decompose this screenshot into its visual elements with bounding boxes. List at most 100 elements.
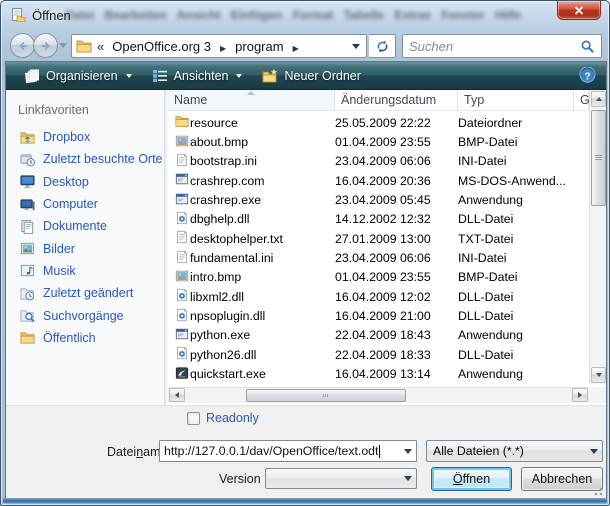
refresh-button[interactable] (369, 34, 396, 58)
file-name: npsoplugin.dll (190, 309, 335, 323)
title-bar[interactable]: Öffnen Datei Bearbeiten Ansicht Einfügen… (1, 1, 609, 30)
filename-dropdown-button[interactable] (399, 441, 416, 461)
breadcrumb-segment[interactable]: program (233, 39, 285, 54)
vertical-scrollbar[interactable] (589, 90, 606, 384)
table-row[interactable]: libxml2.dll16.04.2009 12:02DLL-Datei (168, 287, 589, 306)
table-row[interactable]: desktophelper.txt27.01.2009 13:00TXT-Dat… (168, 229, 589, 248)
resize-grip[interactable] (591, 484, 603, 496)
table-row[interactable]: crashrep.exe23.04.2009 05:45Anwendung (168, 190, 589, 209)
sidebar-item-recently-changed[interactable]: Zuletzt geändert (6, 282, 164, 304)
file-icon-cell (168, 230, 190, 247)
table-row[interactable]: python.exe22.04.2009 18:43Anwendung (168, 326, 589, 345)
toolbar-items: Organisieren Ansichten Neuer Ordner (16, 65, 369, 87)
toolbar-new-folder-button[interactable]: Neuer Ordner (254, 65, 368, 87)
sidebar-item-label: Suchvorgänge (43, 309, 124, 323)
filetype-select[interactable]: Alle Dateien (*.*) (426, 440, 603, 462)
sidebar-item-searches[interactable]: Suchvorgänge (6, 304, 164, 326)
toolbar-views-button[interactable]: Ansichten (144, 65, 251, 87)
horizontal-scroll-thumb[interactable] (246, 389, 406, 402)
version-select[interactable] (265, 468, 417, 489)
public-folder-icon (20, 330, 35, 345)
table-row[interactable]: python26.dll22.04.2009 18:33DLL-Datei (168, 345, 589, 364)
table-row[interactable]: about.bmp01.04.2009 23:55BMP-Datei (168, 132, 589, 151)
table-row[interactable]: intro.bmp01.04.2009 23:55BMP-Datei (168, 268, 589, 287)
scroll-left-button[interactable] (169, 388, 185, 402)
caret-down-icon (590, 449, 598, 454)
scrollbar-corner (589, 387, 606, 403)
sidebar-item-recent-places[interactable]: Zuletzt besuchte Orte (6, 148, 164, 170)
recent-pages-chevron-icon[interactable] (59, 43, 67, 48)
file-name: python.exe (190, 328, 335, 342)
scroll-down-button[interactable] (591, 367, 606, 383)
help-button[interactable]: ? (579, 67, 596, 84)
breadcrumb-segment[interactable]: OpenOffice.org 3 (110, 39, 213, 54)
sidebar-item-computer[interactable]: Computer (6, 193, 164, 215)
toolbar-label: Ansichten (174, 69, 229, 83)
filename-value: http://127.0.0.1/dav/OpenOffice/text.odt (164, 444, 378, 458)
table-row[interactable]: bootstrap.ini23.04.2009 06:06INI-Datei (168, 152, 589, 171)
filetype-value: Alle Dateien (*.*) (433, 444, 524, 458)
file-type: Anwendung (458, 193, 574, 207)
breadcrumb: OpenOffice.org 3▶program▶ (110, 39, 306, 54)
breadcrumb-overflow[interactable]: « (97, 39, 104, 54)
column-header-name[interactable]: Name (168, 90, 335, 110)
file-name: intro.bmp (190, 270, 335, 284)
column-header-type[interactable]: Typ (458, 90, 574, 110)
table-row[interactable]: dbghelp.dll14.12.2002 12:32DLL-Datei (168, 210, 589, 229)
table-row[interactable]: fundamental.ini23.04.2009 06:06INI-Datei (168, 248, 589, 267)
filetype-dropdown-button[interactable] (585, 441, 602, 461)
file-type: DLL-Datei (458, 348, 574, 362)
table-row[interactable]: quickstart.exe16.04.2009 13:14Anwendung (168, 364, 589, 383)
table-row[interactable]: resource25.05.2009 22:22Dateiordner (168, 113, 589, 132)
image-icon (175, 134, 189, 151)
back-button[interactable] (10, 33, 35, 58)
open-label-key: Ö (453, 472, 463, 486)
version-dropdown-button[interactable] (399, 469, 416, 488)
filename-input[interactable]: http://127.0.0.1/dav/OpenOffice/text.odt (159, 440, 417, 462)
vertical-scroll-thumb[interactable] (591, 110, 606, 206)
forward-arrow-icon (39, 39, 53, 53)
file-name: resource (190, 116, 335, 130)
breadcrumb-arrow-icon[interactable]: ▶ (213, 44, 233, 53)
readonly-checkbox[interactable] (187, 412, 200, 425)
column-label: Änderungsdatum (341, 93, 436, 107)
arrow-left-icon (175, 392, 179, 398)
file-type: Anwendung (458, 328, 574, 342)
column-label: Typ (464, 93, 484, 107)
close-button[interactable] (557, 1, 601, 20)
sidebar-item-documents[interactable]: Dokumente (6, 215, 164, 237)
table-row[interactable]: npsoplugin.dll16.04.2009 21:00DLL-Datei (168, 306, 589, 325)
scroll-right-button[interactable] (572, 388, 588, 402)
readonly-label[interactable]: Readonly (206, 411, 259, 425)
file-name: quickstart.exe (190, 367, 335, 381)
sidebar-item-dropbox[interactable]: Dropbox (6, 126, 164, 148)
address-dropdown-button[interactable] (346, 44, 366, 49)
file-date: 27.01.2009 13:00 (335, 232, 458, 246)
address-bar[interactable]: « OpenOffice.org 3▶program▶ (71, 34, 367, 58)
column-header-date[interactable]: Änderungsdatum (335, 90, 458, 110)
sidebar-item-label: Dokumente (43, 219, 107, 233)
file-name: crashrep.com (190, 174, 335, 188)
sidebar-item-music[interactable]: Musik (6, 260, 164, 282)
open-button[interactable]: Öffnen (431, 467, 512, 491)
column-header-size[interactable]: G (574, 90, 589, 110)
horizontal-scrollbar[interactable] (168, 387, 589, 403)
computer-icon (20, 197, 35, 212)
toolbar-organize-button[interactable]: Organisieren (16, 65, 140, 87)
search-input[interactable]: Suchen (402, 34, 602, 58)
caret-down-icon (352, 44, 360, 49)
file-type: DLL-Datei (458, 212, 574, 226)
scroll-up-button[interactable] (591, 91, 606, 107)
sidebar-item-pictures[interactable]: Bilder (6, 237, 164, 259)
dll-icon (175, 308, 189, 325)
sidebar-item-public-folder[interactable]: Öffentlich (6, 327, 164, 349)
new-folder-icon (262, 68, 278, 84)
file-date: 25.05.2009 22:22 (335, 116, 458, 130)
forward-button[interactable] (33, 33, 58, 58)
table-row[interactable]: crashrep.com16.04.2009 20:36MS-DOS-Anwen… (168, 171, 589, 190)
breadcrumb-arrow-icon[interactable]: ▶ (286, 44, 306, 53)
sidebar-item-desktop[interactable]: Desktop (6, 171, 164, 193)
file-type: TXT-Datei (458, 232, 574, 246)
file-date: 16.04.2009 13:14 (335, 367, 458, 381)
sidebar-item-label: Zuletzt besuchte Orte (43, 152, 163, 166)
